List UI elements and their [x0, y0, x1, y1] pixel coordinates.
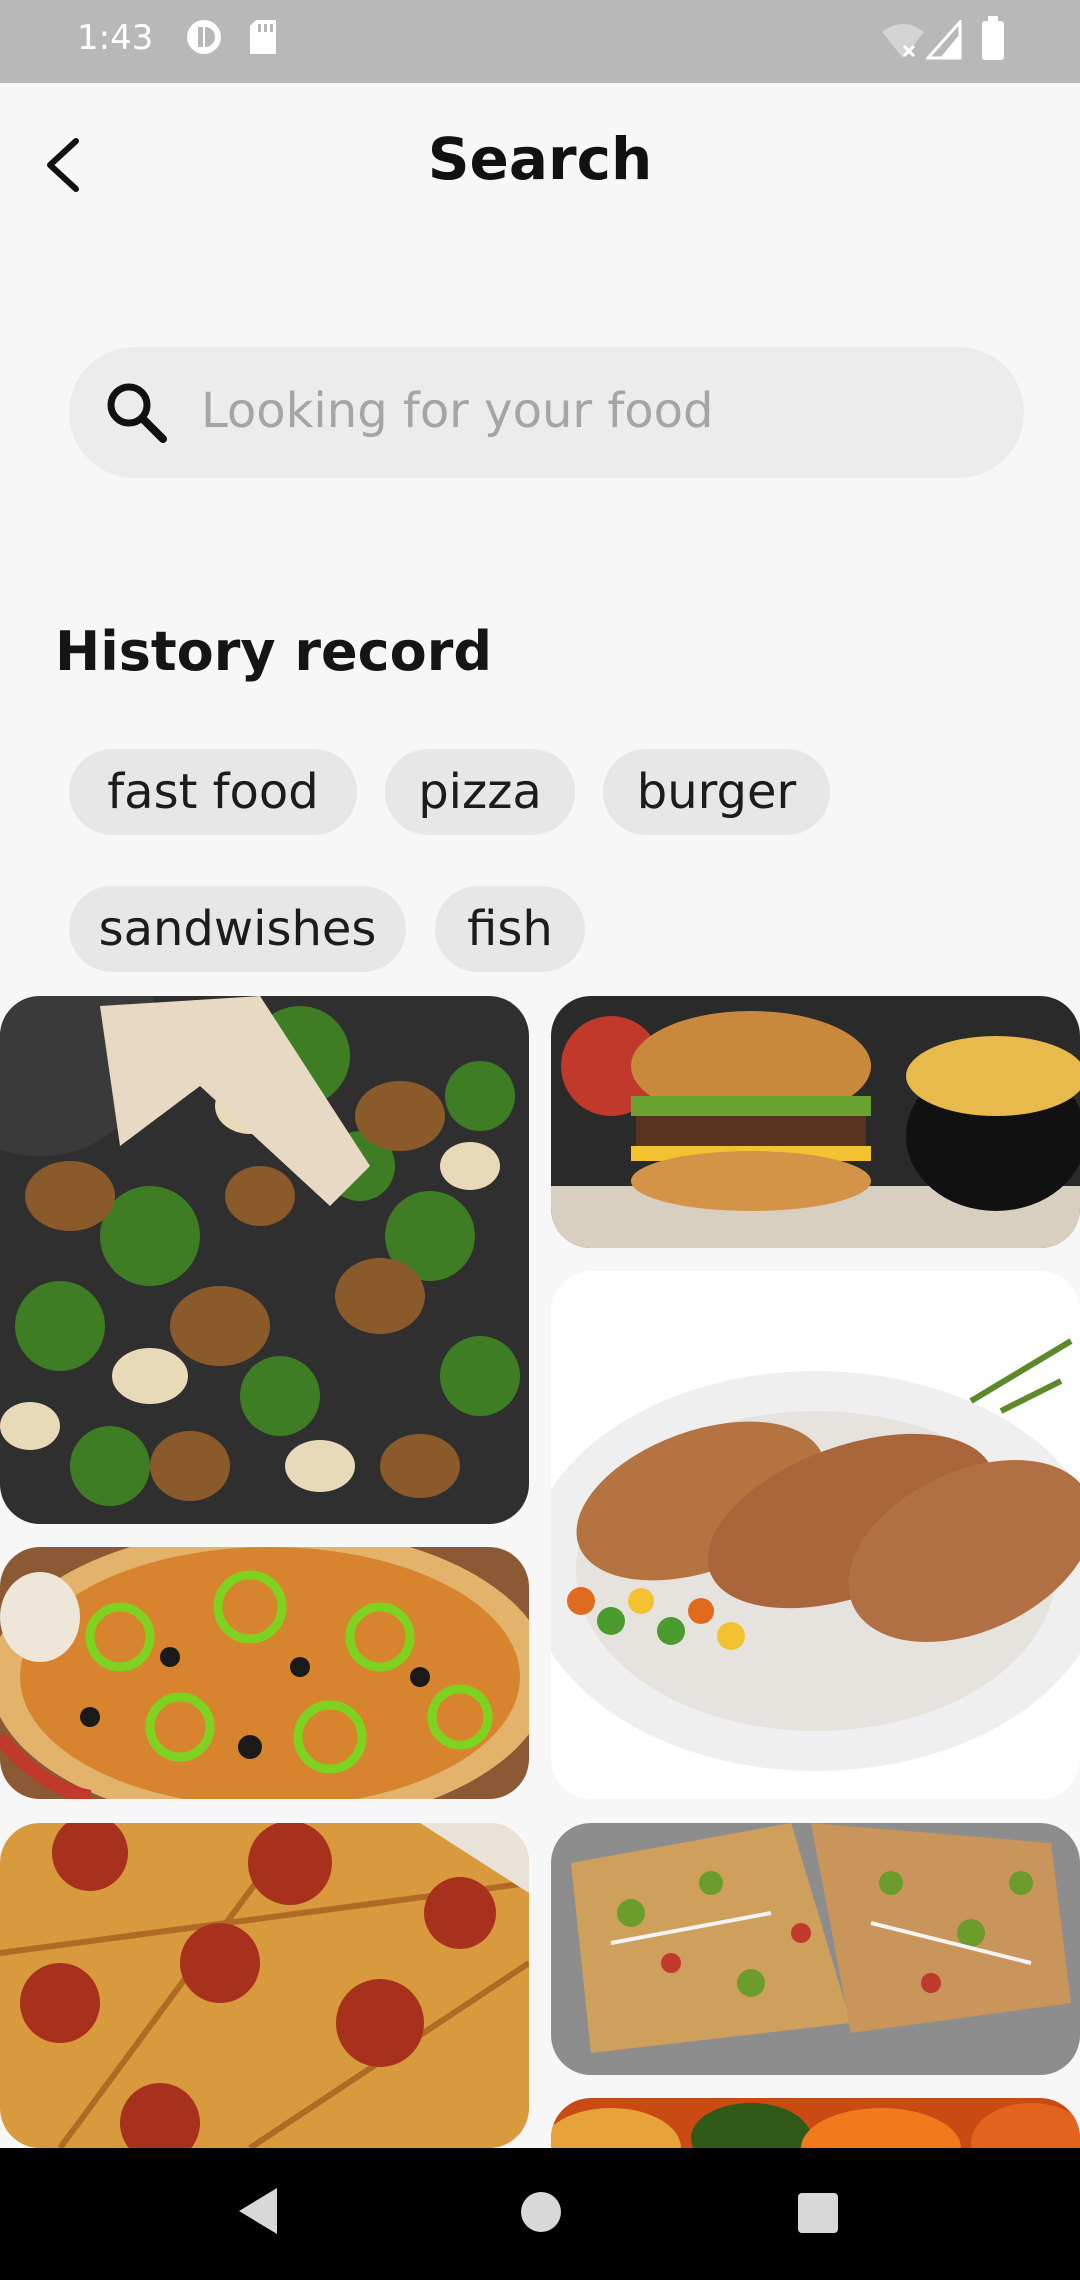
- loaded-flatbread-pizza-image[interactable]: [551, 1823, 1080, 2075]
- search-input[interactable]: Looking for your food: [69, 347, 1024, 478]
- history-chip-burger[interactable]: burger: [603, 749, 830, 835]
- nav-recents-button[interactable]: [797, 2192, 839, 2238]
- nav-home-button[interactable]: [519, 2190, 563, 2238]
- status-time: 1:43: [77, 18, 154, 58]
- pepperoni-pizza-image[interactable]: [0, 1823, 529, 2148]
- sd-card-icon: [248, 18, 278, 60]
- circle-home-icon: [521, 2192, 561, 2232]
- history-title: History record: [55, 620, 493, 683]
- history-chip-fast-food[interactable]: fast food: [69, 749, 357, 835]
- battery-icon: [982, 16, 1004, 64]
- system-nav-bar: [0, 2148, 1080, 2280]
- history-chip-fish[interactable]: fish: [435, 886, 585, 972]
- burger-fries-image[interactable]: [551, 996, 1080, 1248]
- search-icon: [107, 383, 167, 443]
- history-chip-pizza[interactable]: pizza: [385, 749, 575, 835]
- grilled-chicken-image[interactable]: [551, 1271, 1080, 1799]
- veggie-pizza-image[interactable]: [0, 1547, 529, 1799]
- status-bar: 1:43: [0, 0, 1080, 83]
- wifi-off-icon: [880, 20, 926, 64]
- page-title: Search: [427, 125, 653, 193]
- history-chip-sandwishes[interactable]: sandwishes: [69, 886, 406, 972]
- cell-signal-icon: [924, 18, 962, 64]
- triangle-back-icon: [239, 2188, 277, 2234]
- peppers-image[interactable]: [551, 2098, 1080, 2148]
- app-bar: Search: [0, 83, 1080, 239]
- search-placeholder: Looking for your food: [201, 383, 714, 439]
- square-recents-icon: [798, 2193, 838, 2233]
- app-notification-icon: [185, 18, 223, 60]
- nav-back-button[interactable]: [233, 2184, 281, 2242]
- chicken-broccoli-mushroom-image[interactable]: [0, 996, 529, 1524]
